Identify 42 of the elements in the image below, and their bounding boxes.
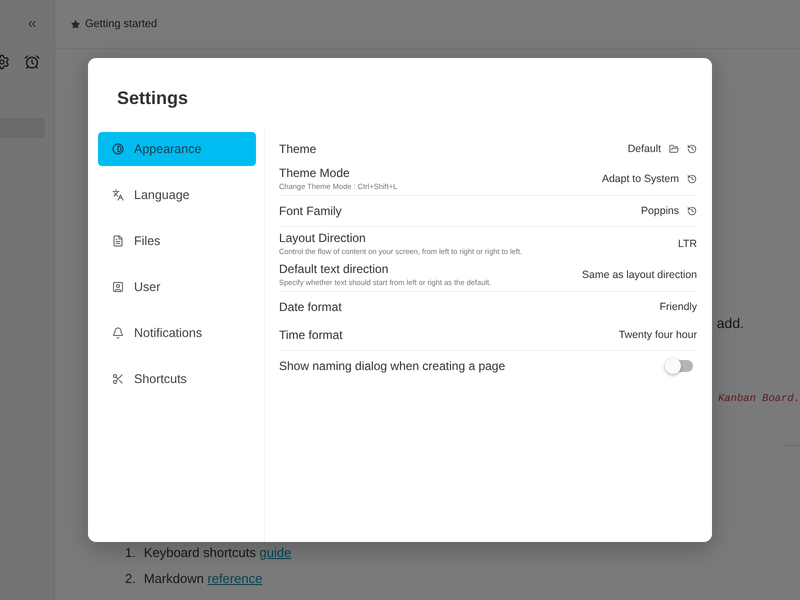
setting-value[interactable]: Twenty four hour	[618, 329, 697, 341]
folder-icon[interactable]	[669, 144, 679, 154]
list-item-text: Keyboard shortcuts guide	[144, 544, 292, 560]
setting-label: Time format	[279, 328, 343, 342]
translate-icon	[112, 189, 124, 201]
setting-label: Show naming dialog when creating a page	[279, 359, 506, 373]
paragraph-text: add.	[716, 315, 744, 331]
setting-label: Theme	[279, 142, 316, 156]
user-card-icon	[112, 281, 124, 293]
scissors-icon	[112, 373, 124, 385]
setting-value[interactable]: LTR	[678, 238, 697, 250]
setting-label: Theme Mode	[279, 166, 351, 180]
bell-icon	[112, 327, 124, 339]
star-icon	[71, 20, 80, 28]
setting-value[interactable]: Poppins	[641, 205, 679, 217]
breadcrumb[interactable]: Getting started	[71, 18, 158, 30]
collapse-icon[interactable]	[26, 18, 38, 30]
settings-nav-item[interactable]: User	[98, 270, 256, 304]
settings-nav-item[interactable]: Notifications	[98, 316, 256, 350]
setting-label: Layout Direction	[279, 231, 367, 245]
inline-code: Kanban Board.	[718, 393, 800, 405]
settings-nav-item[interactable]: Files	[98, 224, 256, 258]
list-item-text: Markdown reference	[144, 570, 262, 586]
settings-nav-item[interactable]: Appearance	[98, 132, 256, 166]
document-icon	[112, 235, 124, 247]
setting-value[interactable]: Adapt to System	[602, 172, 679, 184]
alarm-clock-icon[interactable]	[24, 54, 40, 70]
history-icon[interactable]	[687, 144, 697, 154]
setting-label: Font Family	[279, 204, 342, 218]
setting-label: Date format	[279, 300, 342, 314]
history-icon[interactable]	[687, 174, 697, 184]
list-number: 1.	[125, 544, 136, 560]
history-icon[interactable]	[687, 206, 697, 216]
settings-nav-item[interactable]: Shortcuts	[98, 362, 256, 396]
setting-value[interactable]: Same as layout direction	[582, 268, 697, 280]
dialog-title: Settings	[116, 87, 190, 110]
settings-nav-item[interactable]: Language	[98, 178, 256, 212]
setting-value[interactable]: Friendly	[660, 301, 697, 313]
setting-label: Default text direction	[279, 262, 390, 276]
setting-value[interactable]: Default	[628, 143, 661, 155]
contrast-icon	[112, 143, 124, 155]
list-number: 2.	[125, 570, 136, 586]
